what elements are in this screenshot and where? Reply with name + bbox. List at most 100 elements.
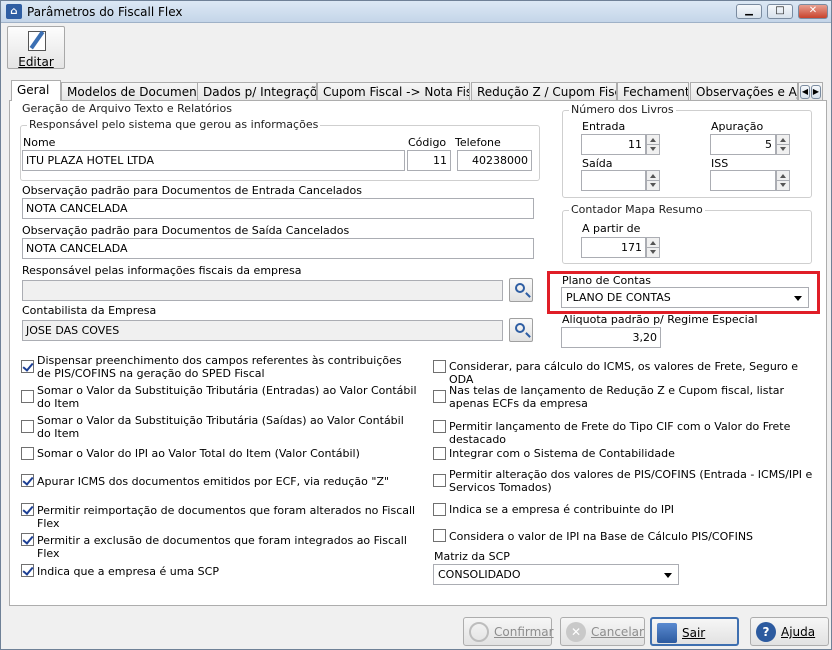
contador-field[interactable]: 171 (581, 237, 646, 258)
edit-icon (28, 31, 46, 51)
edit-button-label: Editar (18, 55, 54, 69)
search-icon (515, 323, 525, 333)
telefone-label: Telefone (455, 136, 501, 149)
check-integrar-contabil[interactable] (433, 447, 446, 460)
contador-spinner[interactable] (646, 237, 660, 258)
tab-panel-geral: Geração de Arquivo Texto e Relatórios Re… (9, 100, 827, 606)
check-frete-cif-label: Permitir lançamento de Frete do Tipo CIF… (449, 420, 791, 446)
edit-button[interactable]: Editar (7, 26, 65, 69)
check-exclusao[interactable] (21, 533, 34, 546)
contador-label: A partir de (582, 222, 641, 235)
check-somar-ipi[interactable] (21, 447, 34, 460)
search-icon (515, 283, 525, 293)
aliquota-label: Aliquota padrão p/ Regime Especial (562, 313, 758, 326)
matriz-select-value: CONSOLIDADO (438, 568, 521, 581)
obs-entrada-label: Observação padrão para Documentos de Ent… (22, 184, 362, 197)
entrada-label: Entrada (582, 120, 626, 133)
tab-reducao-z[interactable]: Redução Z / Cupom Fiscal (471, 82, 617, 101)
ajuda-label: Ajuda (781, 625, 816, 639)
apuracao-field[interactable]: 5 (710, 134, 776, 155)
check-ipi-base-label: Considera o valor de IPI na Base de Cálc… (449, 530, 754, 543)
tab-scroll[interactable]: ◀ ▶ (798, 82, 823, 101)
chevron-down-icon (664, 573, 672, 578)
matriz-select[interactable]: CONSOLIDADO (433, 564, 679, 585)
obs-entrada-field[interactable]: NOTA CANCELADA (22, 198, 534, 219)
saida-spinner[interactable] (646, 170, 660, 191)
tab-fechamento[interactable]: Fechamento (617, 82, 689, 101)
sair-button[interactable]: Sair (650, 617, 739, 646)
check-icon (469, 622, 489, 642)
codigo-field[interactable]: 11 (407, 150, 451, 171)
check-reimportacao[interactable] (21, 503, 34, 516)
aliquota-field[interactable]: 3,20 (561, 327, 661, 348)
check-ipi-base[interactable] (433, 529, 446, 542)
saida-label: Saída (582, 157, 613, 170)
tab-scroll-left-icon[interactable]: ◀ (800, 85, 810, 99)
check-integrar-contabil-label: Integrar com o Sistema de Contabilidade (449, 447, 675, 460)
check-listar-ecfs-label: Nas telas de lançamento de Redução Z e C… (449, 384, 785, 410)
contabilista-search-button[interactable] (509, 318, 533, 342)
cancel-icon: ✕ (566, 622, 586, 642)
exit-icon (657, 623, 677, 643)
tab-cupom-nota[interactable]: Cupom Fiscal -> Nota Fiscal (317, 82, 470, 101)
nome-field[interactable]: ITU PLAZA HOTEL LTDA (22, 150, 405, 171)
check-frete-seguro-label: Considerar, para cálculo do ICMS, os val… (449, 360, 799, 386)
check-contribuinte-ipi[interactable] (433, 503, 446, 516)
entrada-spinner[interactable] (646, 134, 660, 155)
check-dispensar-pis[interactable] (21, 360, 34, 373)
tab-observacoes[interactable]: Observações e Ajus (690, 82, 798, 101)
responsavel-group-title: Responsável pelo sistema que gerou as in… (27, 118, 321, 131)
window-title: Parâmetros do Fiscall Flex (27, 5, 183, 19)
sair-label: Sair (682, 626, 706, 640)
title-bar: ⌂ Parâmetros do Fiscall Flex ▁ □ ✕ (1, 1, 831, 23)
tab-dados-integracoes[interactable]: Dados p/ Integrações (197, 82, 317, 101)
check-dispensar-pis-label: Dispensar preenchimento dos campos refer… (37, 354, 402, 380)
saida-field[interactable] (581, 170, 646, 191)
livros-title: Número dos Livros (569, 103, 676, 116)
apuracao-label: Apuração (711, 120, 764, 133)
check-frete-cif[interactable] (433, 420, 446, 433)
tab-strip: Geral Modelos de Documento Dados p/ Inte… (11, 80, 823, 101)
geracao-title: Geração de Arquivo Texto e Relatórios (20, 102, 234, 115)
check-listar-ecfs[interactable] (433, 390, 446, 403)
obs-saida-field[interactable]: NOTA CANCELADA (22, 238, 534, 259)
check-exclusao-label: Permitir a exclusão de documentos que fo… (37, 534, 407, 560)
confirmar-label: Confirmar (494, 625, 554, 639)
tab-scroll-right-icon[interactable]: ▶ (811, 85, 821, 99)
check-st-entradas[interactable] (21, 390, 34, 403)
check-apurar-icms[interactable] (21, 474, 34, 487)
confirmar-button[interactable]: Confirmar (463, 617, 554, 646)
iss-label: ISS (711, 157, 729, 170)
maximize-button[interactable]: □ (767, 4, 793, 19)
tab-modelos-documento[interactable]: Modelos de Documento (61, 82, 205, 101)
check-st-saidas[interactable] (21, 420, 34, 433)
codigo-label: Código (408, 136, 447, 149)
apuracao-spinner[interactable] (776, 134, 790, 155)
main-window: ⌂ Parâmetros do Fiscall Flex ▁ □ ✕ Edita… (0, 0, 832, 650)
check-alterar-pis[interactable] (433, 474, 446, 487)
ajuda-button[interactable]: ? Ajuda (750, 617, 829, 646)
tab-geral[interactable]: Geral (11, 80, 61, 101)
check-st-entradas-label: Somar o Valor da Substituição Tributária… (37, 384, 417, 410)
check-apurar-icms-label: Apurar ICMS dos documentos emitidos por … (37, 475, 390, 488)
resp-fiscais-search-button[interactable] (509, 278, 533, 302)
iss-field[interactable] (710, 170, 776, 191)
toolbar: Editar (1, 23, 831, 71)
close-button[interactable]: ✕ (798, 4, 828, 19)
obs-saida-label: Observação padrão para Documentos de Saí… (22, 224, 350, 237)
check-somar-ipi-label: Somar o Valor do IPI ao Valor Total do I… (37, 447, 360, 460)
cancelar-button[interactable]: ✕ Cancelar (560, 617, 645, 646)
minimize-button[interactable]: ▁ (736, 4, 762, 19)
resp-fiscais-field[interactable] (22, 280, 503, 301)
app-icon: ⌂ (6, 4, 22, 19)
telefone-field[interactable]: 40238000 (457, 150, 532, 171)
resp-fiscais-label: Responsável pelas informações fiscais da… (22, 264, 302, 277)
check-scp[interactable] (21, 564, 34, 577)
iss-spinner[interactable] (776, 170, 790, 191)
nome-label: Nome (23, 136, 56, 149)
check-frete-seguro[interactable] (433, 360, 446, 373)
contabilista-field[interactable]: JOSE DAS COVES (22, 320, 503, 341)
help-icon: ? (756, 622, 776, 642)
entrada-field[interactable]: 11 (581, 134, 646, 155)
cancelar-label: Cancelar (591, 625, 644, 639)
